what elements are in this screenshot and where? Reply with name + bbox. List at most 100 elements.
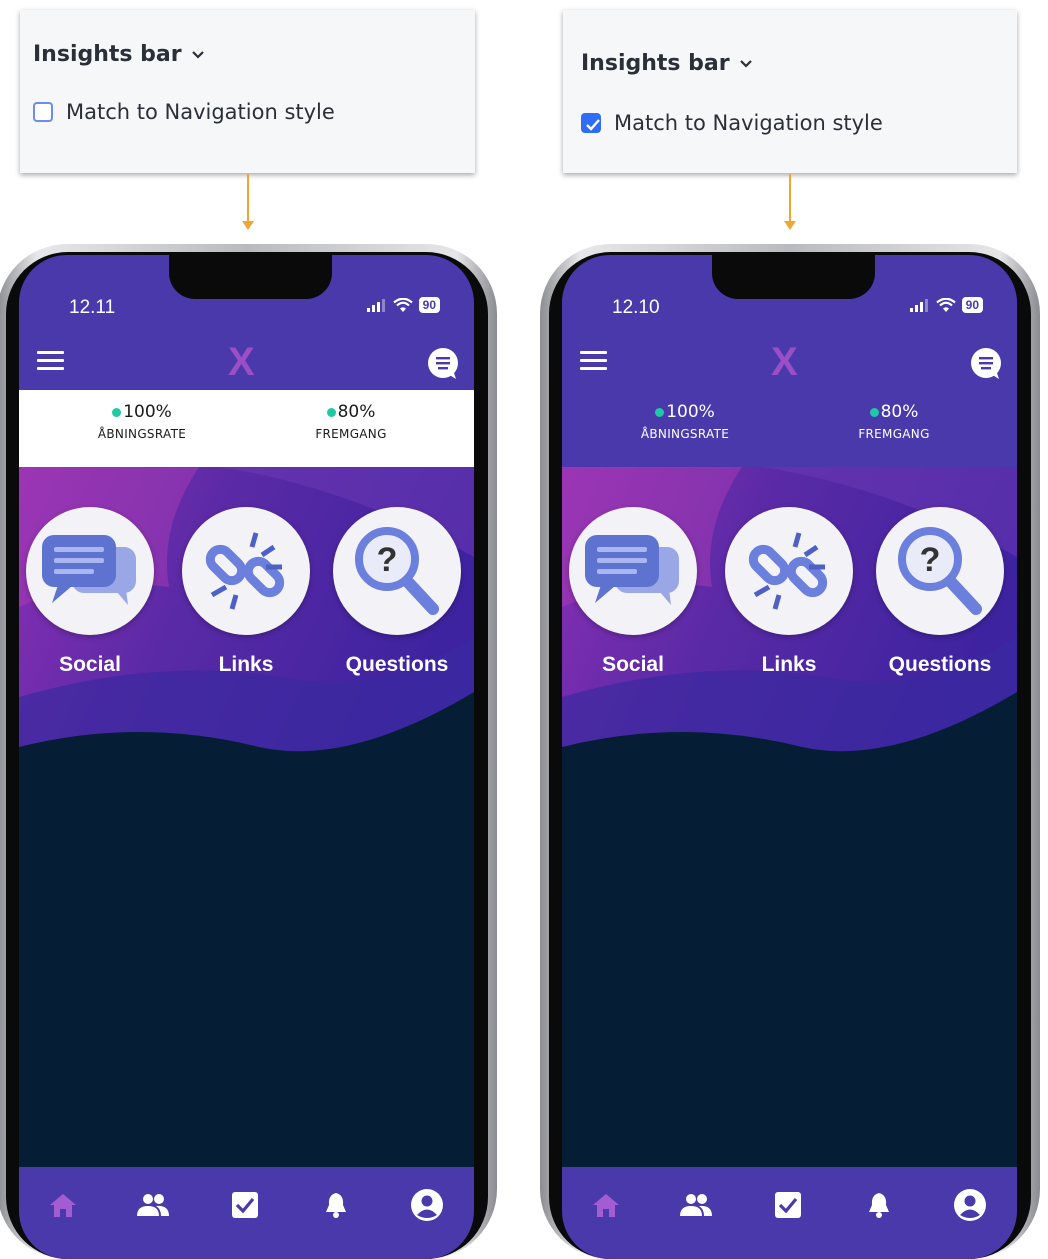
insight-label: ÅBNINGSRATE xyxy=(97,427,187,441)
status-dot xyxy=(112,407,122,417)
insight-label: FREMGANG xyxy=(858,427,930,441)
home-icon xyxy=(50,1194,76,1217)
nav-home[interactable] xyxy=(43,1185,83,1225)
bottom-navigation xyxy=(562,1167,1017,1259)
tile-label: Links xyxy=(761,653,817,676)
match-navigation-checkbox[interactable] xyxy=(33,102,53,122)
nav-tasks[interactable] xyxy=(768,1185,808,1225)
insight-value: 80% xyxy=(880,402,919,422)
svg-text:?: ? xyxy=(920,541,941,579)
insight-open-rate: 100% ÅBNINGSRATE xyxy=(605,402,765,441)
insights-bar: 100% ÅBNINGSRATE 80% FREMGANG xyxy=(562,390,1017,467)
insight-open-rate: 100% ÅBNINGSRATE xyxy=(62,402,222,441)
broken-link-icon xyxy=(748,532,828,610)
svg-text:?: ? xyxy=(377,541,398,579)
insights-bar-dropdown[interactable]: Insights bar xyxy=(581,51,754,76)
battery-indicator: 90 xyxy=(418,297,440,313)
app-bar: X xyxy=(562,332,1017,390)
wifi-icon xyxy=(392,297,413,312)
tile-links[interactable]: Links xyxy=(724,507,854,677)
app-logo: X xyxy=(771,340,798,384)
insight-progress: 80% FREMGANG xyxy=(814,402,974,441)
bottom-navigation xyxy=(19,1167,474,1259)
insights-bar: 100% ÅBNINGSRATE 80% FREMGANG xyxy=(19,390,474,467)
settings-panel-right: Insights bar Match to Navigation style xyxy=(563,10,1017,173)
tile-label: Social xyxy=(602,653,664,676)
nav-profile[interactable] xyxy=(950,1185,990,1225)
broken-link-icon xyxy=(205,532,285,610)
signal-icon xyxy=(366,299,385,312)
signal-icon xyxy=(909,299,928,312)
people-icon xyxy=(137,1194,169,1216)
tile-social[interactable]: Social xyxy=(568,507,698,677)
settings-panel-left: Insights bar Match to Navigation style xyxy=(20,10,475,173)
nav-tasks[interactable] xyxy=(225,1185,265,1225)
tile-label: Questions xyxy=(345,653,449,676)
tile-label: Links xyxy=(218,653,274,676)
phone-mockup-right: 12.10 90 X 100% ÅBNINGSRATE 80% FREMGANG xyxy=(540,244,1040,1259)
hamburger-menu-icon[interactable] xyxy=(37,351,64,375)
tile-label: Social xyxy=(59,653,121,676)
checkbox-label: Match to Navigation style xyxy=(66,100,335,124)
phone-screen: 12.10 90 X 100% ÅBNINGSRATE 80% FREMGANG xyxy=(562,255,1017,1259)
bell-icon xyxy=(869,1193,889,1218)
nav-people[interactable] xyxy=(676,1185,716,1225)
hamburger-menu-icon[interactable] xyxy=(580,351,607,375)
nav-notifications[interactable] xyxy=(316,1185,356,1225)
insight-label: ÅBNINGSRATE xyxy=(640,427,730,441)
checkbox-icon xyxy=(775,1192,801,1218)
insight-value: 100% xyxy=(666,402,715,422)
chat-icon[interactable] xyxy=(969,348,1003,380)
status-time: 12.10 xyxy=(612,297,660,318)
insight-progress: 80% FREMGANG xyxy=(271,402,431,441)
question-magnifier-icon: ? xyxy=(898,527,982,615)
checkbox-icon xyxy=(232,1192,258,1218)
insights-bar-dropdown[interactable]: Insights bar xyxy=(33,42,206,67)
status-bar: 12.11 90 xyxy=(19,255,474,332)
tile-questions[interactable]: ? Questions xyxy=(332,507,462,677)
tile-label: Questions xyxy=(888,653,992,676)
status-dot xyxy=(655,407,665,417)
home-icon xyxy=(593,1194,619,1217)
insight-value: 100% xyxy=(123,402,172,422)
phone-screen: 12.11 90 X 100% ÅBNINGSRATE 80% FREMGANG xyxy=(19,255,474,1259)
insight-value: 80% xyxy=(337,402,376,422)
nav-notifications[interactable] xyxy=(859,1185,899,1225)
account-icon xyxy=(411,1189,443,1221)
match-navigation-option[interactable]: Match to Navigation style xyxy=(33,100,335,124)
tile-questions[interactable]: ? Questions xyxy=(875,507,1005,677)
status-bar: 12.10 90 xyxy=(562,255,1017,332)
wifi-icon xyxy=(935,297,956,312)
app-bar: X xyxy=(19,332,474,390)
question-magnifier-icon: ? xyxy=(355,527,439,615)
nav-home[interactable] xyxy=(586,1185,626,1225)
checkbox-label: Match to Navigation style xyxy=(614,111,883,135)
nav-profile[interactable] xyxy=(407,1185,447,1225)
status-time: 12.11 xyxy=(69,297,116,318)
phone-mockup-left: 12.11 90 X 100% ÅBNINGSRATE 80% FREMGANG xyxy=(0,244,497,1259)
checkmark-icon xyxy=(586,119,600,131)
insight-label: FREMGANG xyxy=(315,427,387,441)
nav-people[interactable] xyxy=(133,1185,173,1225)
tile-links[interactable]: Links xyxy=(181,507,311,677)
people-icon xyxy=(680,1194,712,1216)
account-icon xyxy=(954,1189,986,1221)
status-dot xyxy=(869,407,879,417)
arrow-connector xyxy=(784,174,796,230)
arrow-connector xyxy=(242,174,254,230)
app-logo: X xyxy=(228,340,255,384)
panel-title: Insights bar xyxy=(33,42,182,67)
match-navigation-option[interactable]: Match to Navigation style xyxy=(581,111,883,135)
status-dot xyxy=(326,407,336,417)
notch xyxy=(712,255,875,299)
hero-section: Social Links ? Questions xyxy=(19,467,474,767)
chat-bubbles-icon xyxy=(585,535,679,605)
tile-social[interactable]: Social xyxy=(25,507,155,677)
battery-indicator: 90 xyxy=(961,297,983,313)
hero-section: Social Links ? Questions xyxy=(562,467,1017,767)
bell-icon xyxy=(326,1193,346,1218)
panel-title: Insights bar xyxy=(581,51,730,76)
chevron-down-icon xyxy=(739,59,752,68)
match-navigation-checkbox[interactable] xyxy=(581,113,601,133)
chat-icon[interactable] xyxy=(426,348,460,380)
